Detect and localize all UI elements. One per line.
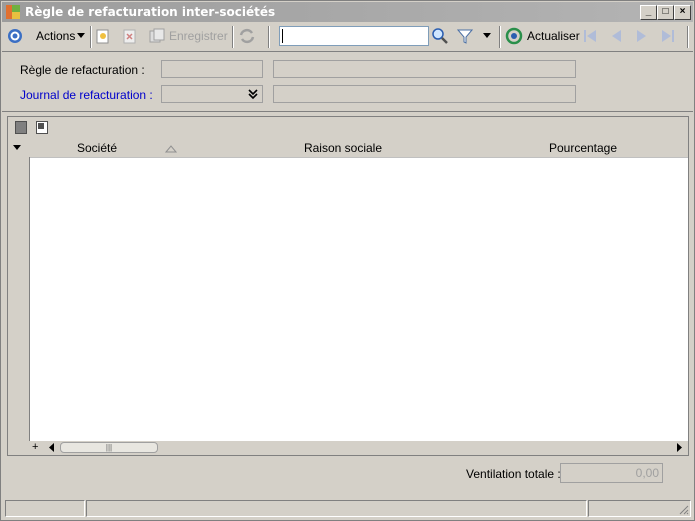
minimize-button[interactable]: _ <box>640 5 657 20</box>
data-grid: Société Raison sociale Pourcentage + ||| <box>7 116 689 456</box>
toolbar-separator <box>687 26 689 48</box>
grid-new-row-icon[interactable] <box>15 121 27 134</box>
toolbar-separator <box>232 26 234 48</box>
search-button[interactable] <box>431 24 449 48</box>
refresh-button[interactable]: Actualiser <box>505 24 580 48</box>
resize-grip-icon[interactable] <box>677 503 689 515</box>
status-pane-3 <box>588 500 691 517</box>
title-bar[interactable]: Règle de refacturation inter-sociétés _ … <box>2 2 693 22</box>
close-button[interactable]: × <box>674 5 691 20</box>
status-pane-1 <box>5 500 85 517</box>
first-record-button[interactable] <box>582 24 598 48</box>
scroll-right-icon[interactable] <box>674 442 685 453</box>
next-icon <box>637 30 646 42</box>
toolbar-separator <box>499 26 501 48</box>
refresh-label: Actualiser <box>527 29 580 43</box>
sort-ascending-icon <box>165 145 177 153</box>
previous-record-button[interactable] <box>609 24 623 48</box>
double-chevron-down-icon[interactable] <box>247 88 259 100</box>
chevron-down-icon <box>483 33 491 38</box>
horizontal-scrollbar[interactable]: + ||| <box>8 441 688 455</box>
actions-label: Actions <box>36 29 76 43</box>
status-pane-2 <box>86 500 587 517</box>
delete-icon <box>123 29 136 44</box>
target-icon <box>8 29 22 43</box>
divider <box>2 111 693 112</box>
save-button[interactable]: Enregistrer <box>149 24 228 48</box>
rule-label: Règle de refacturation : <box>20 63 145 77</box>
column-header-raison-sociale[interactable]: Raison sociale <box>268 141 418 155</box>
sync-button[interactable] <box>238 24 256 48</box>
new-button[interactable] <box>96 24 110 48</box>
maximize-button[interactable]: □ <box>657 5 674 20</box>
sync-icon <box>239 28 255 44</box>
search-icon <box>432 28 448 44</box>
navigate-button[interactable] <box>7 24 23 48</box>
column-header-societe[interactable]: Société <box>77 141 117 155</box>
journal-label-link[interactable]: Journal de refacturation : <box>20 88 153 102</box>
toolbar: Actions Enregistrer Actualiser <box>2 24 693 50</box>
rule-code-field[interactable] <box>161 60 263 78</box>
chevron-down-icon <box>77 33 86 38</box>
first-icon <box>584 30 596 42</box>
toolbar-separator <box>268 26 270 48</box>
row-menu-chevron-icon[interactable] <box>13 145 22 151</box>
journal-code-select[interactable] <box>161 85 263 103</box>
grid-header: Société Raison sociale Pourcentage <box>8 139 688 158</box>
filter-icon <box>457 29 473 44</box>
filter-dropdown-button[interactable] <box>483 24 492 48</box>
total-value: 0,00 <box>635 466 659 480</box>
filter-button[interactable] <box>457 24 473 48</box>
add-row-button[interactable]: + <box>32 441 38 453</box>
total-label: Ventilation totale : <box>466 467 561 481</box>
main-window: Règle de refacturation inter-sociétés _ … <box>0 0 695 521</box>
total-field: 0,00 <box>560 463 663 483</box>
toolbar-separator <box>90 26 92 48</box>
previous-icon <box>612 30 621 42</box>
last-record-button[interactable] <box>660 24 676 48</box>
column-header-pourcentage[interactable]: Pourcentage <box>538 141 628 155</box>
divider <box>2 51 693 52</box>
app-icon <box>6 5 20 19</box>
new-document-icon <box>96 29 109 44</box>
save-label: Enregistrer <box>169 29 228 43</box>
search-input[interactable] <box>279 26 429 46</box>
grid-edit-icon[interactable] <box>36 121 48 134</box>
last-icon <box>662 30 674 42</box>
window-title: Règle de refacturation inter-sociétés <box>25 5 276 19</box>
scrollbar-thumb[interactable]: ||| <box>60 442 158 453</box>
row-header-column <box>8 157 30 443</box>
text-cursor <box>282 29 283 43</box>
actions-menu-button[interactable]: Actions <box>36 24 86 48</box>
rule-description-field[interactable] <box>273 60 576 78</box>
refresh-icon <box>505 27 523 45</box>
journal-description-field[interactable] <box>273 85 576 103</box>
grid-toolbar <box>8 117 688 140</box>
next-record-button[interactable] <box>635 24 649 48</box>
save-icon <box>149 28 165 43</box>
delete-button[interactable] <box>123 24 137 48</box>
scroll-left-icon[interactable] <box>46 442 57 453</box>
